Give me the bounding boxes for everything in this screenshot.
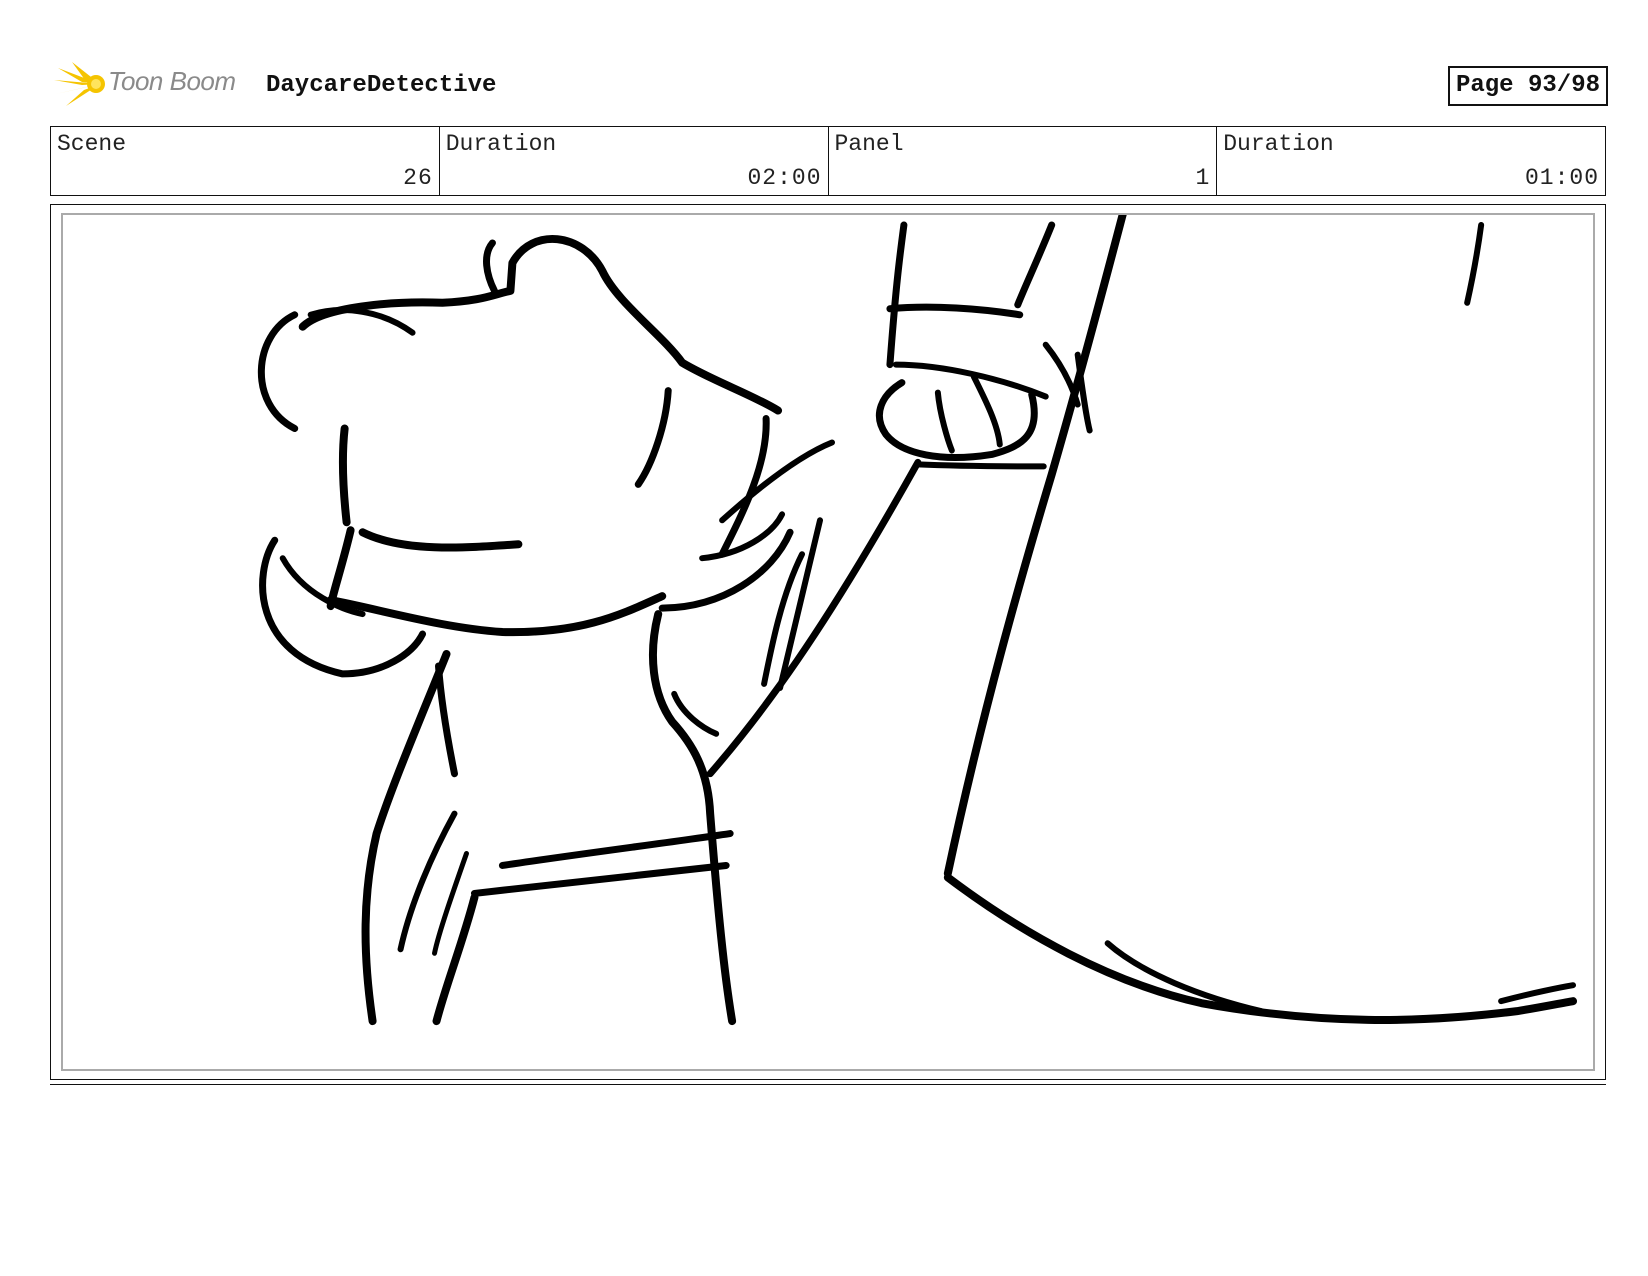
bear-brow [358, 528, 523, 552]
scene-duration-cell: Duration 02:00 [440, 127, 829, 195]
bear-body-left-2 [435, 662, 458, 778]
adult-leg-front [943, 215, 1127, 878]
panel-duration-label: Duration [1223, 131, 1334, 157]
bear-body-left [361, 649, 451, 1026]
header: Toon Boom DaycareDetective Page 93/98 [52, 58, 1608, 114]
hand-sleeve-left [886, 221, 908, 369]
toon-boom-burst-icon [54, 62, 105, 106]
storyboard-panel-image [61, 213, 1595, 1071]
adult-leg-crease [1042, 341, 1081, 408]
hand-sleeve-right [1014, 221, 1056, 309]
adult-leg-stroke-right [1464, 221, 1485, 306]
hand-outline [875, 379, 1038, 461]
bear-ear-inner [307, 307, 416, 336]
bear-neck-line [719, 439, 835, 524]
hand-knuckles [892, 361, 1049, 400]
scene-duration-value: 02:00 [747, 165, 822, 191]
bear-cheek [338, 424, 351, 527]
logo-text: Toon Boom [108, 66, 236, 96]
hand-cuff [886, 303, 1024, 319]
storyboard-panel-frame [50, 204, 1606, 1080]
bear-snout-line [634, 387, 672, 488]
scene-duration-label: Duration [445, 131, 557, 157]
panel-cell: Panel 1 [829, 127, 1218, 195]
panel-underline [50, 1084, 1606, 1085]
adult-shoe-toe [1498, 982, 1577, 1005]
bear-belt-bottom [470, 861, 730, 897]
storyboard-sketch [257, 215, 1578, 1026]
hand-fingers-2 [970, 373, 1003, 448]
bear-belt-top [498, 830, 734, 869]
scene-info-table: Scene 26 Duration 02:00 Panel 1 Duration… [50, 126, 1606, 196]
panel-duration-cell: Duration 01:00 [1217, 127, 1605, 195]
bear-body-inner [397, 810, 458, 953]
adult-shoe-top [943, 873, 1578, 1024]
page-indicator: Page 93/98 [1447, 66, 1608, 106]
scene-label: Scene [57, 131, 127, 157]
bear-ear-left [257, 311, 299, 432]
panel-value: 1 [1195, 165, 1211, 191]
scene-value: 26 [403, 165, 433, 191]
bear-body-bottom-left [432, 893, 479, 1026]
hand-fingers [934, 389, 955, 454]
bear-body-right [648, 610, 737, 1026]
project-title: DaycareDetective [266, 72, 497, 99]
bear-head-outline [298, 235, 783, 415]
panel-label: Panel [834, 131, 904, 157]
bear-chin [326, 592, 667, 637]
scene-cell: Scene 26 [51, 127, 440, 195]
toon-boom-logo: Toon Boom [52, 58, 252, 110]
panel-duration-value: 01:00 [1524, 165, 1599, 191]
bear-ear-top [483, 239, 498, 295]
hand-base [914, 461, 1047, 470]
bear-jaw [326, 526, 355, 611]
